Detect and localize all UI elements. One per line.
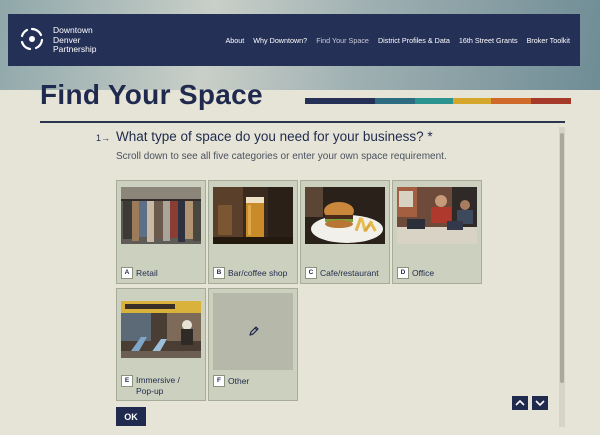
option-key: A xyxy=(121,267,133,279)
option-key: E xyxy=(121,375,133,387)
pencil-icon xyxy=(249,326,259,336)
color-stripe xyxy=(531,98,571,104)
option-retail[interactable]: A Retail xyxy=(116,180,206,284)
option-bar-coffee-shop[interactable]: B Bar/coffee shop xyxy=(208,180,298,284)
nav-link-broker-toolkit[interactable]: Broker Toolkit xyxy=(527,36,570,45)
option-label: Immersive / Pop-up xyxy=(136,375,180,396)
other-input-area[interactable] xyxy=(213,293,293,370)
color-stripe xyxy=(415,98,453,104)
office-workers-photo xyxy=(397,187,477,244)
popup-lounge-photo xyxy=(121,301,201,358)
previous-question-button[interactable] xyxy=(512,396,528,410)
nav-link-find-your-space[interactable]: Find Your Space xyxy=(316,36,369,45)
form-scrollbar[interactable] xyxy=(559,127,565,427)
nav-link-about[interactable]: About xyxy=(225,36,244,45)
option-immersive-popup[interactable]: E Immersive / Pop-up xyxy=(116,288,206,401)
option-key: B xyxy=(213,267,225,279)
color-stripe xyxy=(453,98,491,104)
nav-link-why-downtown[interactable]: Why Downtown? xyxy=(253,36,307,45)
brand-line: Partnership xyxy=(53,44,97,54)
chevron-up-icon xyxy=(515,399,525,406)
option-office[interactable]: D Office xyxy=(392,180,482,284)
main-nav: About Why Downtown? Find Your Space Dist… xyxy=(225,14,570,66)
brand-name[interactable]: Downtown Denver Partnership xyxy=(53,25,97,55)
question-number: 1→ xyxy=(96,133,110,143)
nav-link-district-profiles[interactable]: District Profiles & Data xyxy=(378,36,450,45)
option-label: Bar/coffee shop xyxy=(228,268,288,278)
page-title: Find Your Space xyxy=(40,79,263,110)
nav-link-16th-street-grants[interactable]: 16th Street Grants xyxy=(459,36,518,45)
site-header: Downtown Denver Partnership About Why Do… xyxy=(8,14,580,66)
color-stripe xyxy=(491,98,531,104)
option-other[interactable]: F Other xyxy=(208,288,298,401)
arrow-right-icon: → xyxy=(101,133,111,143)
question-text: What type of space do you need for your … xyxy=(116,129,433,144)
color-stripe xyxy=(375,98,415,104)
color-stripe-bar xyxy=(305,98,571,104)
option-label: Cafe/restaurant xyxy=(320,268,379,278)
option-cafe-restaurant[interactable]: C Cafe/restaurant xyxy=(300,180,390,284)
scrollbar-thumb[interactable] xyxy=(560,133,564,383)
burger-fries-photo xyxy=(305,187,385,244)
title-divider xyxy=(40,121,565,123)
beer-glass-photo xyxy=(213,187,293,244)
ok-button[interactable]: OK xyxy=(116,407,146,426)
color-stripe xyxy=(305,98,375,104)
next-question-button[interactable] xyxy=(532,396,548,410)
chevron-down-icon xyxy=(535,400,545,407)
option-label: Other xyxy=(228,376,250,386)
option-key: F xyxy=(213,375,225,387)
option-label: Office xyxy=(412,268,435,278)
logo-icon[interactable] xyxy=(19,26,45,52)
question-subtext: Scroll down to see all five categories o… xyxy=(116,151,447,162)
option-key: C xyxy=(305,267,317,279)
option-key: D xyxy=(397,267,409,279)
option-label: Retail xyxy=(136,268,158,278)
clothing-rack-photo xyxy=(121,187,201,244)
